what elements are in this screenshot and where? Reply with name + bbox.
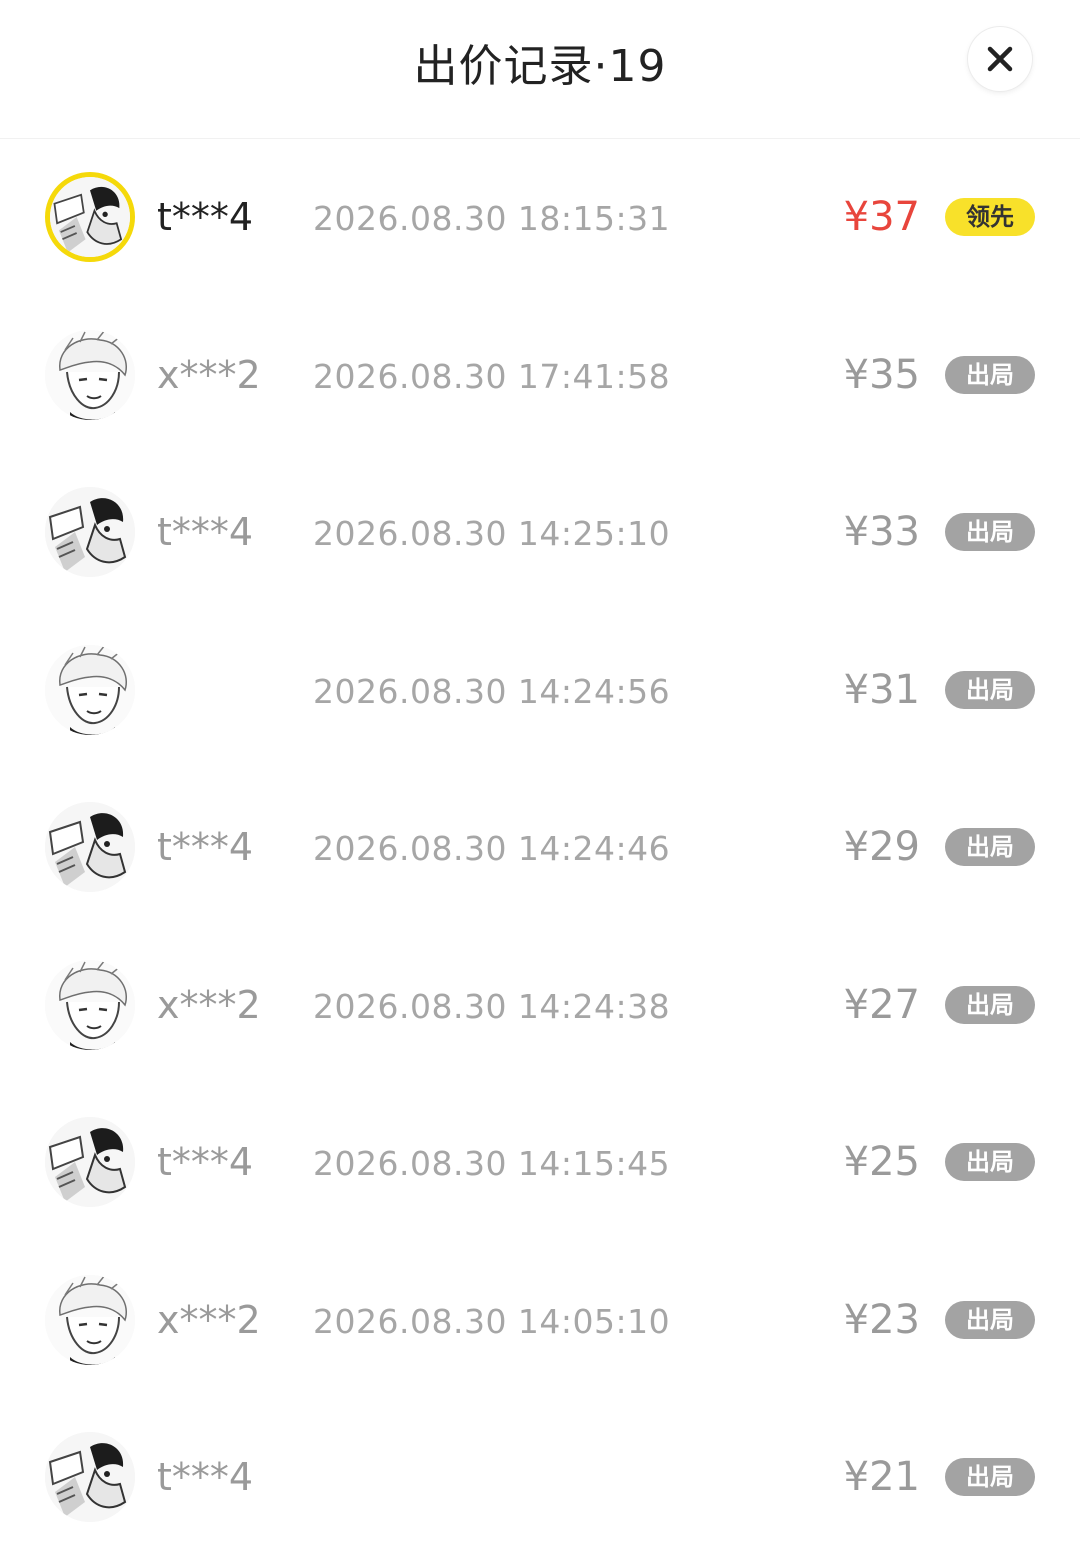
bid-price: ¥33 xyxy=(843,509,920,555)
avatar-illustration xyxy=(45,1432,135,1522)
bid-row: t***4 2026.08.30 14:25:10 ¥33 出局 xyxy=(0,454,1080,612)
bidder-name: t***4 xyxy=(157,1455,254,1499)
close-button[interactable] xyxy=(968,27,1032,91)
avatar-illustration xyxy=(45,329,135,420)
avatar[interactable] xyxy=(45,329,135,420)
bid-price: ¥35 xyxy=(843,351,920,398)
bid-row: t***4 2026.08.30 18:15:31 ¥37 领先 xyxy=(0,139,1080,297)
bid-price: ¥23 xyxy=(843,1296,920,1343)
avatar-illustration xyxy=(50,177,130,257)
avatar[interactable] xyxy=(45,172,135,262)
avatar-illustration xyxy=(45,644,135,735)
sheet-header: 出价记录·19 xyxy=(0,0,1080,139)
avatar[interactable] xyxy=(45,1432,135,1522)
leading-badge: 领先 xyxy=(945,198,1035,236)
bid-time: 2026.08.30 17:41:58 xyxy=(313,356,671,396)
bid-time: 2026.08.30 14:24:46 xyxy=(313,829,671,868)
bid-price: ¥25 xyxy=(843,1139,920,1185)
bid-price: ¥21 xyxy=(843,1454,920,1500)
avatar-illustration xyxy=(45,802,135,892)
avatar[interactable] xyxy=(45,959,135,1050)
out-badge: 出局 xyxy=(945,1458,1035,1496)
bid-time: 2026.08.30 14:05:10 xyxy=(313,1301,671,1341)
avatar[interactable] xyxy=(45,802,135,892)
bid-row: t***4 2026.08.30 14:15:45 ¥25 出局 xyxy=(0,1084,1080,1242)
out-badge: 出局 xyxy=(945,670,1035,709)
avatar-illustration xyxy=(45,1274,135,1365)
page-title: 出价记录·19 xyxy=(413,41,667,92)
bidder-name: x***2 xyxy=(157,982,261,1027)
bidder-name: t***4 xyxy=(157,1140,254,1184)
avatar[interactable] xyxy=(45,1274,135,1365)
bidder-name: t***4 xyxy=(157,195,254,239)
avatar-illustration xyxy=(45,959,135,1050)
avatar-illustration xyxy=(45,1117,135,1207)
out-badge: 出局 xyxy=(945,985,1035,1024)
out-badge: 出局 xyxy=(945,828,1035,866)
bidder-name: t***4 xyxy=(157,825,254,869)
out-badge: 出局 xyxy=(945,355,1035,394)
bidder-name: x***2 xyxy=(157,1297,261,1342)
bid-time: 2026.08.30 18:15:31 xyxy=(313,199,671,238)
bid-time: 2026.08.30 14:24:38 xyxy=(313,986,671,1026)
bid-price: ¥31 xyxy=(843,666,920,713)
out-badge: 出局 xyxy=(945,1300,1035,1339)
bid-time: 2026.08.30 14:25:10 xyxy=(313,514,671,553)
out-badge: 出局 xyxy=(945,513,1035,551)
bid-price: ¥29 xyxy=(843,824,920,870)
close-icon xyxy=(987,46,1013,72)
bid-time: 2026.08.30 14:15:45 xyxy=(313,1144,671,1183)
avatar[interactable] xyxy=(45,644,135,735)
bid-price: ¥27 xyxy=(843,981,920,1028)
bid-row: 2026.08.30 14:24:56 ¥31 出局 xyxy=(0,612,1080,770)
bid-price: ¥37 xyxy=(843,194,920,240)
bidder-name: x***2 xyxy=(157,352,261,397)
bid-time: 2026.08.30 14:24:56 xyxy=(313,671,671,711)
bid-row: t***4 ¥21 出局 xyxy=(0,1399,1080,1557)
bid-row: x***2 2026.08.30 17:41:58 ¥35 出局 xyxy=(0,297,1080,455)
bid-row: x***2 2026.08.30 14:05:10 ¥23 出局 xyxy=(0,1242,1080,1400)
bid-list: t***4 2026.08.30 18:15:31 ¥37 领先 x***2 2… xyxy=(0,139,1080,1557)
bid-row: x***2 2026.08.30 14:24:38 ¥27 出局 xyxy=(0,927,1080,1085)
avatar[interactable] xyxy=(45,487,135,577)
avatar[interactable] xyxy=(45,1117,135,1207)
bid-row: t***4 2026.08.30 14:24:46 ¥29 出局 xyxy=(0,769,1080,927)
bidder-name: t***4 xyxy=(157,510,254,554)
out-badge: 出局 xyxy=(945,1143,1035,1181)
avatar-illustration xyxy=(45,487,135,577)
